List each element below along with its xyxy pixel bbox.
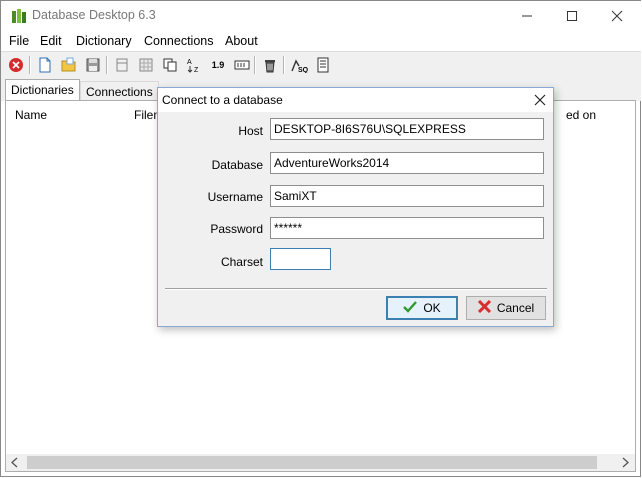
trash-icon[interactable] [260,55,280,75]
toolbar-separator [283,56,285,74]
cancel-button[interactable]: Cancel [466,296,546,320]
tab-dictionaries[interactable]: Dictionaries [5,79,80,100]
charset-label: Charset [220,255,263,269]
window-title: Database Desktop 6.3 [32,8,156,22]
charset-field[interactable] [270,248,331,270]
dialog-divider [165,288,547,290]
password-label: Password [210,222,263,236]
password-field[interactable] [270,217,544,239]
sort-az-icon[interactable]: AZ [184,55,204,75]
document-icon[interactable] [313,55,333,75]
grid-icon[interactable] [136,55,156,75]
number-format-icon[interactable]: 1.9 [207,55,229,75]
number-format-label: 1.9 [211,60,225,70]
title-bar: Database Desktop 6.3 [1,1,641,31]
text-field-icon[interactable] [232,55,252,75]
database-label: Database [211,158,263,172]
open-folder-icon[interactable] [59,55,79,75]
database-field[interactable] [270,152,544,174]
host-label: Host [238,124,263,138]
ok-button-label: OK [423,301,441,315]
table-icon[interactable] [112,55,132,75]
app-logo-icon [11,8,27,24]
check-icon [403,300,418,316]
toolbar-separator [254,56,256,74]
menu-edit[interactable]: Edit [40,34,62,48]
svg-text:SQL: SQL [298,67,308,73]
column-header-name[interactable]: Name [15,108,47,122]
svg-text:Z: Z [194,67,199,73]
svg-text:A: A [187,59,192,66]
menu-about[interactable]: About [225,34,258,48]
username-label: Username [207,190,263,204]
toolbar-separator [29,56,31,74]
minimize-button[interactable] [504,1,550,31]
new-file-icon[interactable] [35,55,55,75]
cancel-x-icon [477,299,491,316]
close-window-button[interactable] [594,1,640,31]
stop-icon[interactable] [6,55,26,75]
tab-connections[interactable]: Connections [80,81,159,102]
horizontal-scrollbar[interactable] [6,454,635,471]
scrollbar-thumb[interactable] [27,456,597,469]
menu-bar: File Edit Dictionary Connections About [1,31,641,51]
maximize-button[interactable] [549,1,595,31]
username-field[interactable] [270,185,544,207]
cancel-button-label: Cancel [496,301,535,315]
dialog-title-bar: Connect to a database [158,88,553,112]
scroll-left-icon[interactable] [10,457,20,471]
sql-query-icon[interactable]: SQL [289,55,309,75]
scroll-right-icon[interactable] [620,457,630,471]
menu-dictionary[interactable]: Dictionary [76,34,132,48]
toolbar-separator [106,56,108,74]
connect-dialog: Connect to a database Host Database User… [157,87,554,327]
menu-connections[interactable]: Connections [144,34,214,48]
ok-button[interactable]: OK [386,296,458,320]
menu-file[interactable]: File [9,34,29,48]
dialog-title: Connect to a database [162,93,283,107]
dialog-close-button[interactable] [530,90,550,110]
column-header-modified[interactable]: ed on [566,108,596,122]
host-field[interactable] [270,118,544,140]
copy-icon[interactable] [160,55,180,75]
save-icon[interactable] [83,55,103,75]
toolbar: AZ 1.9 SQL [1,51,641,81]
